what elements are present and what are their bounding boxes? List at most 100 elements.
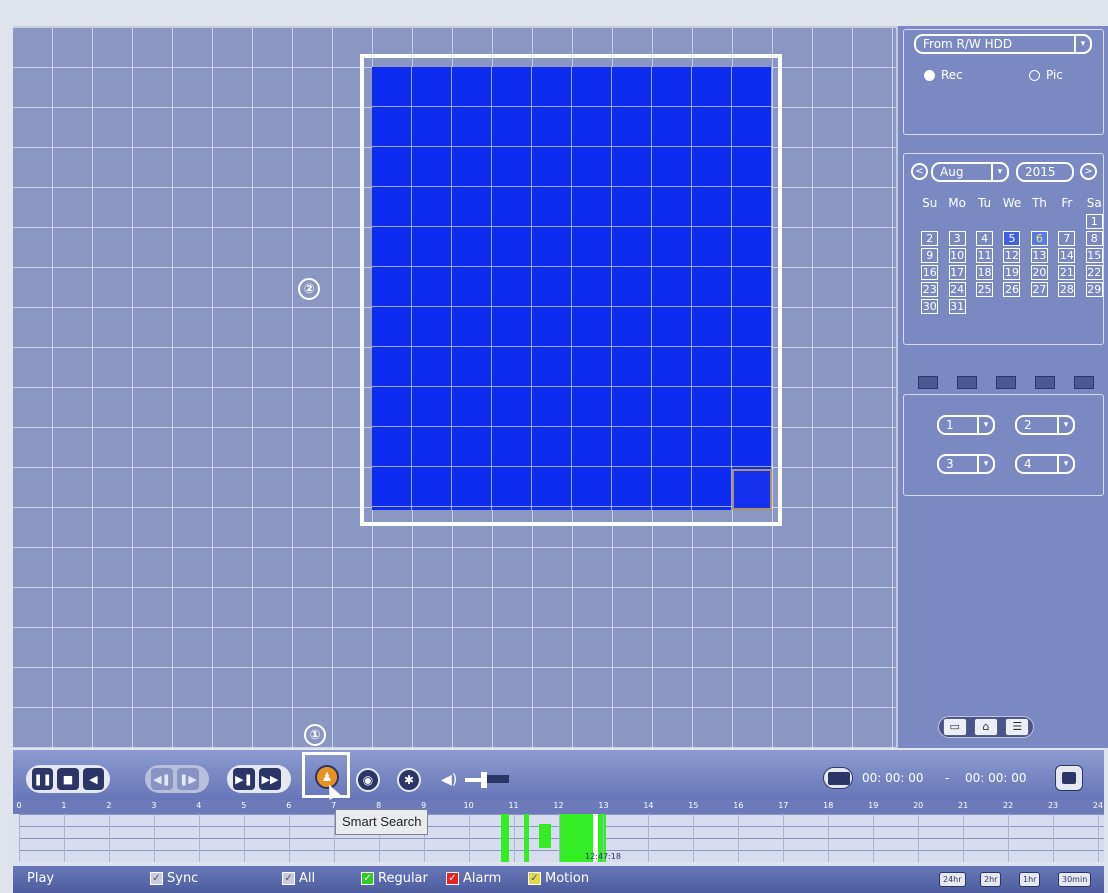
- calendar-day[interactable]: 4: [976, 231, 994, 246]
- calendar-day[interactable]: 22: [1085, 265, 1103, 280]
- mark-icon[interactable]: ⌂: [973, 718, 998, 736]
- checkbox-icon[interactable]: ✓: [446, 872, 459, 885]
- checkbox-icon[interactable]: ✓: [282, 872, 295, 885]
- calendar-day[interactable]: 25: [976, 282, 994, 297]
- chevron-down-icon[interactable]: ▾: [977, 454, 995, 474]
- sync-checkbox[interactable]: ✓ Sync: [150, 871, 198, 886]
- regular-checkbox[interactable]: ✓ Regular: [361, 871, 428, 886]
- calendar-day[interactable]: 28: [1058, 282, 1076, 297]
- calendar-day[interactable]: 9: [921, 248, 939, 263]
- volume-icon[interactable]: ◀): [441, 772, 457, 788]
- file-list-icon[interactable]: ☰: [1005, 718, 1030, 736]
- chevron-down-icon[interactable]: ▾: [1057, 415, 1075, 435]
- zoom-30min-button[interactable]: 30min: [1058, 872, 1092, 887]
- checkbox-icon[interactable]: ✓: [528, 872, 541, 885]
- chevron-down-icon[interactable]: ▾: [977, 415, 995, 435]
- calendar-day[interactable]: 11: [976, 248, 994, 263]
- calendar-day[interactable]: 15: [1085, 248, 1103, 263]
- stop-icon[interactable]: ■: [57, 768, 79, 790]
- volume-slider-handle[interactable]: [481, 772, 487, 788]
- source-select[interactable]: From R/W HDD ▾: [914, 34, 1092, 54]
- hour-tick-label: 4: [196, 801, 202, 810]
- zoom-24hr-button[interactable]: 24hr: [939, 872, 966, 887]
- calendar-days[interactable]: 1 2 3 4 5 6 7 8 9 10 11 12 13 14 15 16 17 18 19 20 21 22 23 24 2…: [916, 214, 1108, 314]
- selected-grid-cell[interactable]: [732, 469, 772, 510]
- smart-search-region-grid[interactable]: [372, 67, 772, 510]
- mark-pin-icon[interactable]: ✱: [397, 768, 421, 792]
- calendar-day[interactable]: 16: [921, 265, 939, 280]
- chevron-down-icon[interactable]: ▾: [1057, 454, 1075, 474]
- calendar-day[interactable]: 20: [1030, 265, 1048, 280]
- layout-9-icon[interactable]: [996, 376, 1016, 389]
- zoom-2hr-button[interactable]: 2hr: [980, 872, 1002, 887]
- calendar-day[interactable]: 23: [921, 282, 939, 297]
- calendar-day[interactable]: 12: [1003, 248, 1021, 263]
- fast-play-icon[interactable]: ▶▶: [259, 768, 281, 790]
- snapshot-icon[interactable]: ◉: [356, 768, 380, 792]
- smart-search-region-frame[interactable]: [360, 54, 782, 526]
- prev-month-button[interactable]: <: [911, 163, 928, 180]
- radio-checked-icon[interactable]: [924, 69, 935, 81]
- radio-unchecked-icon[interactable]: [1029, 69, 1040, 81]
- calendar-day[interactable]: 17: [948, 265, 966, 280]
- hour-gridline: [693, 814, 695, 862]
- month-select[interactable]: Aug ▾: [931, 162, 1009, 182]
- year-select[interactable]: 2015: [1016, 162, 1074, 182]
- slow-play-icon[interactable]: ▶❚: [233, 768, 255, 790]
- calendar-day[interactable]: 10: [948, 248, 966, 263]
- calendar-day[interactable]: 24: [948, 282, 966, 297]
- play-backward-icon[interactable]: ◀: [82, 768, 104, 790]
- channel-select-4[interactable]: 4 ▾: [1015, 454, 1075, 474]
- prev-frame-icon[interactable]: ◀❚: [151, 768, 173, 790]
- calendar-day[interactable]: 14: [1058, 248, 1076, 263]
- calendar-day[interactable]: 8: [1085, 231, 1103, 246]
- calendar-day[interactable]: 6: [1030, 231, 1048, 246]
- layout-1-icon[interactable]: [918, 376, 938, 389]
- regular-record-segment[interactable]: [539, 824, 551, 848]
- regular-record-segment[interactable]: [501, 814, 509, 862]
- pause-icon[interactable]: ❚❚: [32, 768, 54, 790]
- calendar-day[interactable]: 26: [1003, 282, 1021, 297]
- regular-record-segment[interactable]: [524, 814, 529, 862]
- calendar-day[interactable]: 2: [921, 231, 939, 246]
- clip-time-icon[interactable]: [823, 767, 853, 789]
- calendar-day[interactable]: 5: [1003, 231, 1021, 246]
- layout-16-icon[interactable]: [1035, 376, 1055, 389]
- layout-custom-icon[interactable]: [1074, 376, 1094, 389]
- calendar-day[interactable]: 30: [921, 299, 939, 314]
- chevron-down-icon[interactable]: ▾: [1074, 34, 1092, 54]
- hour-tick-label: 0: [16, 801, 22, 810]
- calendar-day[interactable]: 7: [1058, 231, 1076, 246]
- timeline[interactable]: 0 1 2 3 4 5 6 7 8 9 10 11 12 13 14 15 16 17 18 19 20 21 22 23 24…: [13, 800, 1104, 866]
- calendar-day[interactable]: 19: [1003, 265, 1021, 280]
- hour-tick-label: 12: [553, 801, 564, 810]
- channel-select-1[interactable]: 1 ▾: [937, 415, 995, 435]
- next-frame-icon[interactable]: ❚▶: [177, 768, 199, 790]
- calendar-day[interactable]: 29: [1085, 282, 1103, 297]
- alarm-checkbox[interactable]: ✓ Alarm: [446, 871, 501, 886]
- split-layout-selector[interactable]: [918, 376, 1094, 389]
- all-checkbox[interactable]: ✓ All: [282, 871, 315, 886]
- calendar-day[interactable]: 1: [1085, 214, 1103, 229]
- calendar-day[interactable]: 3: [948, 231, 966, 246]
- layout-4-icon[interactable]: [957, 376, 977, 389]
- calendar-day[interactable]: 31: [948, 299, 966, 314]
- backup-save-button[interactable]: [1055, 765, 1083, 791]
- motion-grid-area[interactable]: ② ①: [13, 26, 896, 748]
- camera-view-icon[interactable]: ▭: [942, 718, 967, 736]
- channel-select-3[interactable]: 3 ▾: [937, 454, 995, 474]
- rec-radio[interactable]: Rec: [924, 68, 963, 82]
- pic-radio[interactable]: Pic: [1029, 68, 1063, 82]
- view-mode-toggle[interactable]: ▭ ⌂ ☰: [938, 716, 1034, 738]
- motion-checkbox[interactable]: ✓ Motion: [528, 871, 589, 886]
- calendar-day[interactable]: 21: [1058, 265, 1076, 280]
- checkbox-icon[interactable]: ✓: [150, 872, 163, 885]
- calendar-day[interactable]: 27: [1030, 282, 1048, 297]
- next-month-button[interactable]: >: [1080, 163, 1097, 180]
- channel-select-2[interactable]: 2 ▾: [1015, 415, 1075, 435]
- chevron-down-icon[interactable]: ▾: [991, 162, 1009, 182]
- calendar-day[interactable]: 18: [976, 265, 994, 280]
- calendar-day[interactable]: 13: [1030, 248, 1048, 263]
- zoom-1hr-button[interactable]: 1hr: [1019, 872, 1041, 887]
- checkbox-icon[interactable]: ✓: [361, 872, 374, 885]
